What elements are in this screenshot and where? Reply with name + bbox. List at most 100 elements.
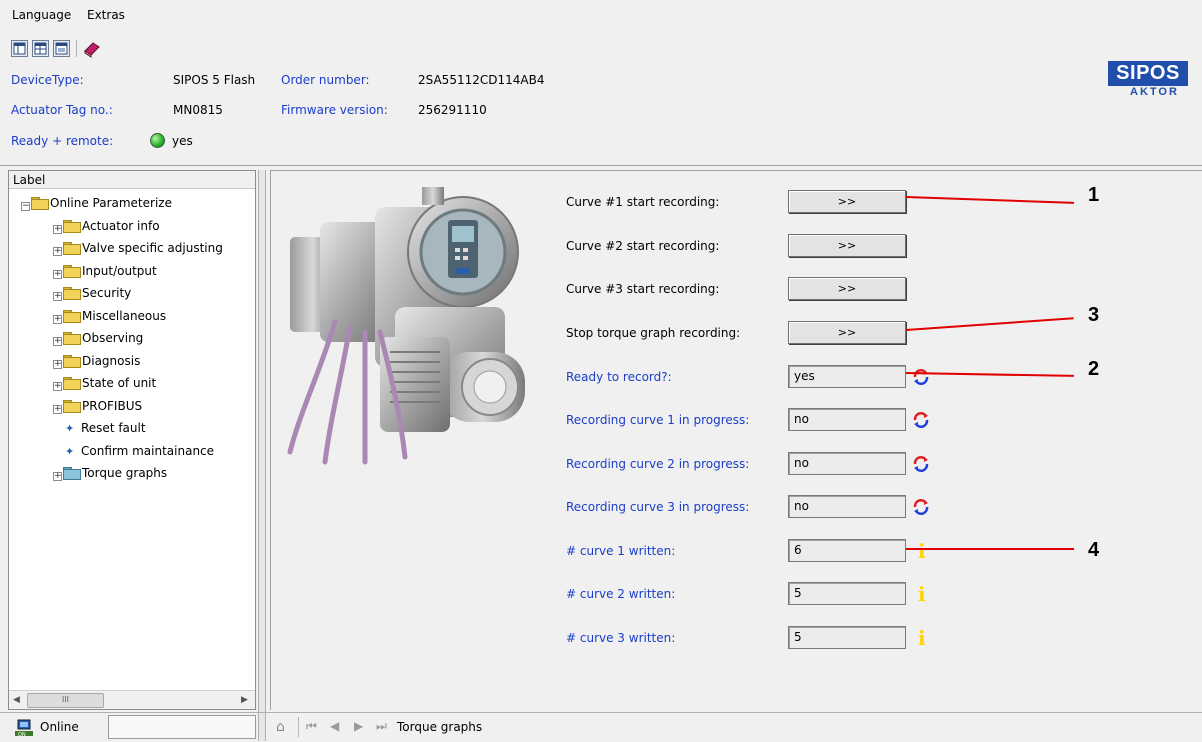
refresh-icon[interactable]	[912, 455, 930, 473]
ready-remote-label: Ready + remote:	[11, 134, 114, 148]
info-icon[interactable]: i	[918, 584, 926, 604]
expand-icon[interactable]: +	[53, 472, 62, 481]
tag-value: MN0815	[173, 103, 223, 117]
refresh-icon[interactable]	[912, 498, 930, 516]
recording-action-button[interactable]: >>	[788, 234, 906, 257]
scroll-left-icon[interactable]: ◀	[13, 695, 20, 705]
expand-icon[interactable]: +	[53, 359, 62, 369]
tree-item-observing[interactable]: + Observing	[53, 328, 143, 348]
expand-icon[interactable]: +	[53, 292, 62, 301]
form-label: Ready to record?:	[566, 370, 672, 384]
tree-item-label: Torque graphs	[82, 466, 168, 480]
action-wand-icon: ✦	[65, 422, 75, 435]
readonly-value-field: 5	[788, 582, 906, 605]
callout-1: 1	[1088, 184, 1100, 206]
open-folder-icon	[31, 197, 49, 210]
aktor-logo-text: AKTOR	[1130, 86, 1179, 98]
book-icon[interactable]	[82, 39, 102, 59]
home-icon[interactable]: ⌂	[276, 719, 285, 735]
online-network-icon: ON	[14, 719, 34, 738]
tree-item-valve-specific-adjusting[interactable]: + Valve specific adjusting	[53, 238, 223, 258]
folder-icon	[63, 287, 81, 300]
expand-icon[interactable]: +	[53, 404, 62, 414]
form-label: Stop torque graph recording:	[566, 326, 741, 340]
tree-item-diagnosis[interactable]: + Diagnosis	[53, 351, 140, 371]
tree-item-reset-fault[interactable]: ✦ Reset fault	[65, 418, 146, 438]
recording-action-button[interactable]: >>	[788, 277, 906, 300]
tree-item-actuator-info[interactable]: + Actuator info	[53, 216, 160, 236]
form-label: Recording curve 1 in progress:	[566, 413, 750, 427]
layout-tree-icon[interactable]	[11, 40, 28, 57]
tree-item-torque-graphs[interactable]: + Torque graphs	[53, 463, 167, 483]
tag-label: Actuator Tag no.:	[11, 103, 113, 117]
status-bar: ON Online ⌂ ⏮ ◀ ▶ ⏭ Torque graphs	[0, 712, 1202, 742]
info-icon[interactable]: i	[918, 541, 926, 561]
status-field	[108, 715, 256, 739]
callout-2: 2	[1088, 358, 1100, 380]
folder-icon	[63, 332, 81, 345]
first-icon[interactable]: ⏮	[306, 719, 317, 734]
scroll-right-icon[interactable]: ▶	[241, 695, 248, 705]
form-label: Curve #3 start recording:	[566, 282, 720, 296]
tree-item-security[interactable]: + Security	[53, 283, 131, 303]
info-icon[interactable]: i	[918, 628, 926, 648]
tree-item-input-output[interactable]: + Input/output	[53, 261, 157, 281]
callout-3: 3	[1088, 304, 1100, 326]
expand-icon[interactable]: +	[53, 382, 62, 391]
expand-icon[interactable]: +	[53, 247, 62, 256]
tree-item-confirm-maintainance[interactable]: ✦ Confirm maintainance	[65, 441, 214, 461]
callout-line-4	[906, 548, 1074, 550]
folder-icon	[63, 264, 81, 278]
navigation-tree[interactable]: Label − Online Parameterize + Actuator info…	[8, 170, 256, 710]
tree-item-profibus[interactable]: + PROFIBUS	[53, 396, 142, 416]
tree-item-label: Observing	[82, 331, 144, 345]
tree-item-label: PROFIBUS	[82, 398, 143, 413]
refresh-icon[interactable]	[912, 368, 930, 386]
back-icon[interactable]: ◀	[330, 719, 339, 733]
tree-horizontal-scrollbar[interactable]: ◀ III ▶	[9, 690, 255, 709]
form-label: # curve 3 written:	[566, 631, 676, 645]
refresh-icon[interactable]	[912, 411, 930, 429]
tree-item-label: Confirm maintainance	[81, 443, 215, 458]
recording-action-button[interactable]: >>	[788, 321, 906, 344]
layout-detail-icon[interactable]	[53, 40, 70, 57]
ready-remote-value: yes	[172, 134, 193, 148]
readonly-value-field: no	[788, 452, 906, 475]
readonly-value-field: 6	[788, 539, 906, 562]
tree-item-miscellaneous[interactable]: + Miscellaneous	[53, 306, 166, 326]
last-icon[interactable]: ⏭	[376, 719, 387, 734]
form-label: # curve 2 written:	[566, 587, 676, 601]
online-status-label: Online	[40, 720, 79, 734]
form-label: Recording curve 3 in progress:	[566, 500, 750, 514]
folder-icon	[63, 399, 81, 413]
scroll-thumb[interactable]: III	[27, 693, 104, 708]
panel-splitter[interactable]	[258, 170, 266, 741]
menu-language[interactable]: Language	[12, 8, 71, 22]
menu-extras[interactable]: Extras	[87, 8, 125, 22]
layout-grid-icon[interactable]	[32, 40, 49, 57]
ready-led-icon	[150, 133, 165, 148]
recording-action-button[interactable]: >>	[788, 190, 906, 213]
device-type-value: SIPOS 5 Flash	[173, 73, 256, 87]
form-label: # curve 1 written:	[566, 544, 676, 558]
folder-icon	[63, 377, 81, 390]
tree-item-label: Valve specific adjusting	[82, 241, 223, 255]
tree-root-online-parameterize[interactable]: − Online Parameterize	[21, 193, 172, 213]
device-type-label: DeviceType:	[11, 73, 84, 87]
action-wand-icon: ✦	[65, 444, 75, 458]
form-label: Recording curve 2 in progress:	[566, 457, 750, 471]
tree-column-header[interactable]: Label	[9, 171, 255, 189]
expand-icon[interactable]: +	[53, 224, 62, 234]
readonly-value-field: no	[788, 495, 906, 518]
collapse-icon[interactable]: −	[21, 202, 30, 211]
tree-item-state-of-unit[interactable]: + State of unit	[53, 373, 156, 393]
expand-icon[interactable]: +	[53, 314, 62, 324]
sipos-logo: SIPOS	[1108, 61, 1188, 86]
firmware-label: Firmware version:	[281, 103, 388, 117]
form-label: Curve #2 start recording:	[566, 239, 720, 253]
expand-icon[interactable]: +	[53, 337, 62, 346]
callout-4: 4	[1088, 539, 1100, 561]
expand-icon[interactable]: +	[53, 269, 62, 279]
order-number-value: 2SA55112CD114AB4	[418, 73, 545, 87]
forward-icon[interactable]: ▶	[354, 719, 363, 733]
